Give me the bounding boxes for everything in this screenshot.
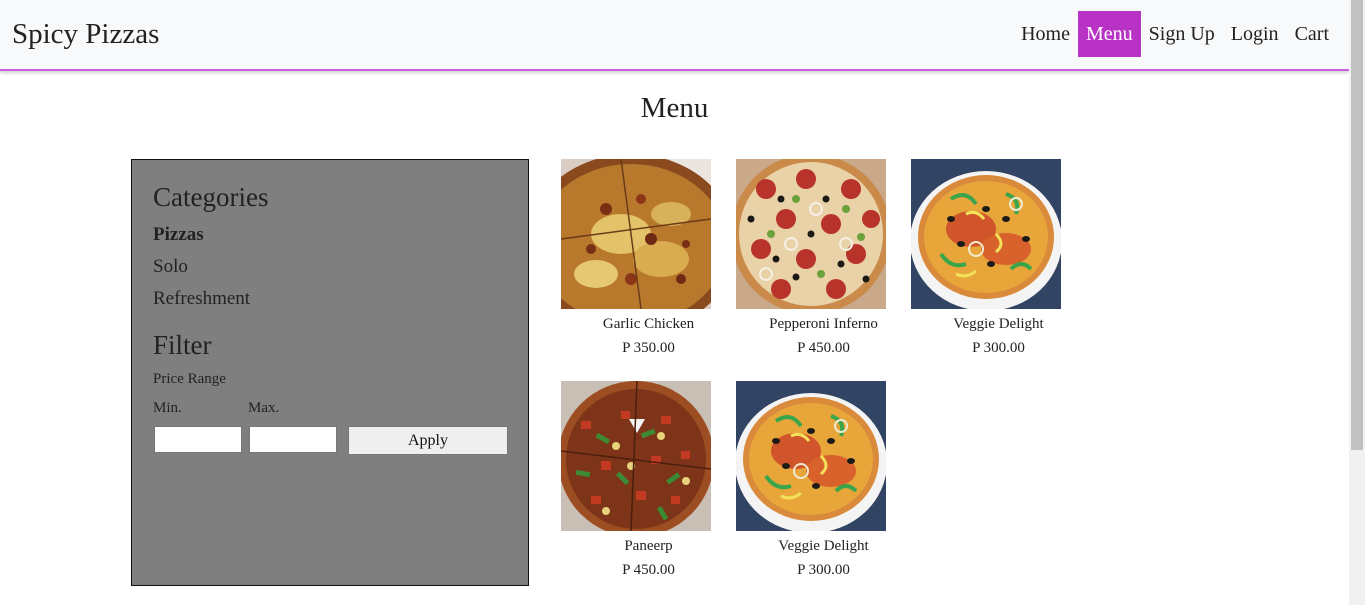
- navbar: Spicy Pizzas Home Menu Sign Up Login Car…: [0, 0, 1349, 71]
- scrollbar-thumb[interactable]: [1351, 0, 1363, 450]
- product-price: P 300.00: [797, 562, 850, 578]
- product-name: Pepperoni Inferno: [769, 316, 878, 332]
- product-image[interactable]: [736, 381, 886, 531]
- category-refreshment[interactable]: Refreshment: [153, 287, 250, 311]
- product-card[interactable]: Veggie Delight P 300.00: [911, 159, 1086, 364]
- product-price: P 350.00: [622, 340, 675, 356]
- categories-heading: Categories: [153, 182, 269, 212]
- pizza-photo-veggie-delight: [911, 159, 1061, 309]
- product-name: Garlic Chicken: [602, 316, 695, 332]
- product-name: Veggie Delight: [778, 538, 869, 554]
- nav-menu-link[interactable]: Menu: [1077, 11, 1141, 57]
- nav-links: Home Menu Sign Up Login Cart: [1013, 11, 1337, 57]
- product-price: P 450.00: [622, 562, 675, 578]
- nav-login-link[interactable]: Login: [1223, 11, 1287, 57]
- pizza-photo-veggie-delight: [736, 381, 886, 531]
- product-price: P 300.00: [972, 340, 1025, 356]
- product-name: Veggie Delight: [953, 316, 1044, 332]
- product-card[interactable]: Paneerp P 450.00: [561, 381, 736, 586]
- pizza-photo-garlic-chicken: [561, 159, 711, 309]
- min-price-input[interactable]: [154, 426, 242, 453]
- pizza-photo-paneer: [561, 381, 711, 531]
- max-label: Max.: [248, 400, 280, 416]
- product-card[interactable]: Veggie Delight P 300.00: [736, 381, 911, 586]
- product-image[interactable]: [561, 159, 711, 309]
- category-solo[interactable]: Solo: [153, 255, 188, 279]
- filter-sidebar: Categories Pizzas Solo Refreshment Filte…: [131, 159, 529, 586]
- vertical-scrollbar[interactable]: [1349, 0, 1365, 605]
- brand-logo[interactable]: Spicy Pizzas: [12, 16, 159, 52]
- category-pizzas[interactable]: Pizzas: [153, 223, 204, 247]
- price-range-label: Price Range: [153, 371, 226, 387]
- filter-heading: Filter: [153, 330, 212, 360]
- product-card[interactable]: Pepperoni Inferno P 450.00: [736, 159, 911, 364]
- min-label: Min.: [153, 400, 182, 416]
- product-name: Paneerp: [624, 538, 673, 554]
- nav-cart-link[interactable]: Cart: [1287, 11, 1337, 57]
- product-image[interactable]: [561, 381, 711, 531]
- product-price: P 450.00: [797, 340, 850, 356]
- pizza-photo-pepperoni-inferno: [736, 159, 886, 309]
- nav-signup-link[interactable]: Sign Up: [1141, 11, 1223, 57]
- product-card[interactable]: Garlic Chicken P 350.00: [561, 159, 736, 364]
- page-title: Menu: [640, 92, 709, 124]
- product-image[interactable]: [736, 159, 886, 309]
- page: Spicy Pizzas Home Menu Sign Up Login Car…: [0, 0, 1349, 605]
- max-price-input[interactable]: [249, 426, 337, 453]
- apply-button[interactable]: Apply: [348, 426, 508, 455]
- nav-home-link[interactable]: Home: [1013, 11, 1078, 57]
- product-image[interactable]: [911, 159, 1061, 309]
